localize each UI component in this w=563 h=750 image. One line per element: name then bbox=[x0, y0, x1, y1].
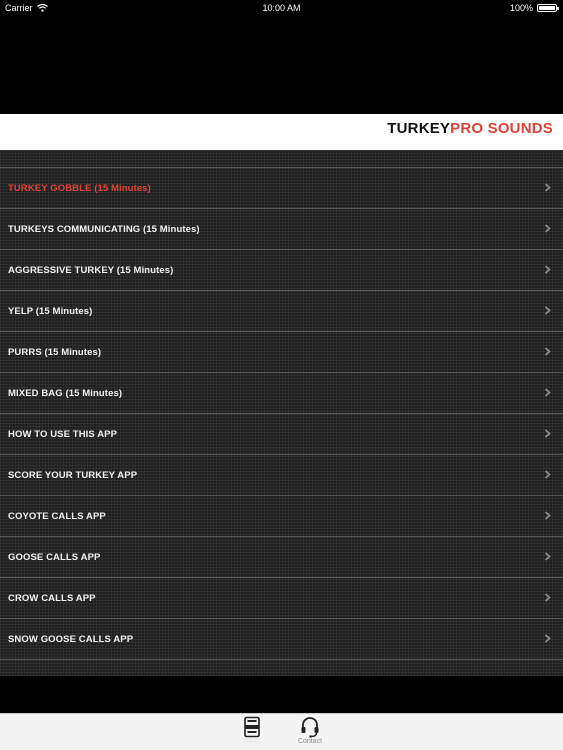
chevron-right-icon bbox=[544, 593, 551, 602]
battery-percent: 100% bbox=[509, 3, 533, 13]
menu-item[interactable]: SNOW GOOSE CALLS APP bbox=[0, 619, 563, 660]
tab-bar: Menu Contact bbox=[0, 713, 563, 750]
menu-item[interactable]: HOW TO USE THIS APP bbox=[0, 414, 563, 455]
chevron-right-icon bbox=[544, 388, 551, 397]
menu-item-label: MIXED BAG (15 Minutes) bbox=[8, 387, 123, 399]
chevron-right-icon bbox=[544, 634, 551, 643]
menu-list: TURKEY GOBBLE (15 Minutes) TURKEYS COMMU… bbox=[0, 167, 563, 660]
status-time: 10:00 AM bbox=[262, 3, 301, 13]
menu-item[interactable]: AGGRESSIVE TURKEY (15 Minutes) bbox=[0, 250, 563, 291]
menu-item[interactable]: YELP (15 Minutes) bbox=[0, 291, 563, 332]
brand-part-pro-sounds: PRO SOUNDS bbox=[450, 120, 553, 137]
menu-file-icon bbox=[244, 716, 260, 738]
tab-contact[interactable]: Contact bbox=[290, 716, 330, 745]
menu-item-label: SCORE YOUR TURKEY APP bbox=[8, 469, 138, 481]
chevron-right-icon bbox=[544, 511, 551, 520]
menu-item-label: CROW CALLS APP bbox=[8, 592, 96, 604]
menu-item-label: TURKEY GOBBLE (15 Minutes) bbox=[8, 182, 151, 194]
menu-item[interactable]: PURRS (15 Minutes) bbox=[0, 332, 563, 373]
menu-item-label: HOW TO USE THIS APP bbox=[8, 428, 118, 440]
status-bar: Carrier 10:00 AM 100% bbox=[0, 0, 563, 16]
chevron-right-icon bbox=[544, 265, 551, 274]
tab-menu[interactable]: Menu bbox=[232, 716, 272, 745]
chevron-right-icon bbox=[544, 306, 551, 315]
chevron-right-icon bbox=[544, 183, 551, 192]
menu-item-label: TURKEYS COMMUNICATING (15 Minutes) bbox=[8, 223, 200, 235]
status-right: 100% bbox=[509, 3, 559, 13]
chevron-right-icon bbox=[544, 429, 551, 438]
menu-item[interactable]: MIXED BAG (15 Minutes) bbox=[0, 373, 563, 414]
brand-part-turkey: TURKEY bbox=[387, 120, 451, 137]
chevron-right-icon bbox=[544, 552, 551, 561]
menu-item-label: AGGRESSIVE TURKEY (15 Minutes) bbox=[8, 264, 174, 276]
chevron-right-icon bbox=[544, 347, 551, 356]
chevron-right-icon bbox=[544, 224, 551, 233]
brand-bar: TURKEYPRO SOUNDS bbox=[0, 114, 563, 150]
headset-icon bbox=[301, 717, 319, 738]
bottom-black-area bbox=[0, 676, 563, 713]
battery-icon bbox=[537, 4, 559, 12]
menu-item-label: YELP (15 Minutes) bbox=[8, 305, 93, 317]
menu-item-label: COYOTE CALLS APP bbox=[8, 510, 106, 522]
top-black-area bbox=[0, 16, 563, 114]
tab-menu-label: Menu bbox=[243, 738, 261, 745]
brand-logo: TURKEYPRO SOUNDS bbox=[387, 120, 553, 137]
menu-item[interactable]: TURKEYS COMMUNICATING (15 Minutes) bbox=[0, 209, 563, 250]
tab-contact-label: Contact bbox=[297, 738, 323, 745]
menu-area: TURKEY GOBBLE (15 Minutes) TURKEYS COMMU… bbox=[0, 150, 563, 676]
battery-fill bbox=[539, 6, 555, 10]
menu-item[interactable]: COYOTE CALLS APP bbox=[0, 496, 563, 537]
menu-item[interactable]: TURKEY GOBBLE (15 Minutes) bbox=[0, 168, 563, 209]
menu-item-label: PURRS (15 Minutes) bbox=[8, 346, 102, 358]
menu-item[interactable]: GOOSE CALLS APP bbox=[0, 537, 563, 578]
chevron-right-icon bbox=[544, 470, 551, 479]
menu-item[interactable]: CROW CALLS APP bbox=[0, 578, 563, 619]
menu-item-label: GOOSE CALLS APP bbox=[8, 551, 101, 563]
menu-item-label: SNOW GOOSE CALLS APP bbox=[8, 633, 134, 645]
menu-item[interactable]: SCORE YOUR TURKEY APP bbox=[0, 455, 563, 496]
